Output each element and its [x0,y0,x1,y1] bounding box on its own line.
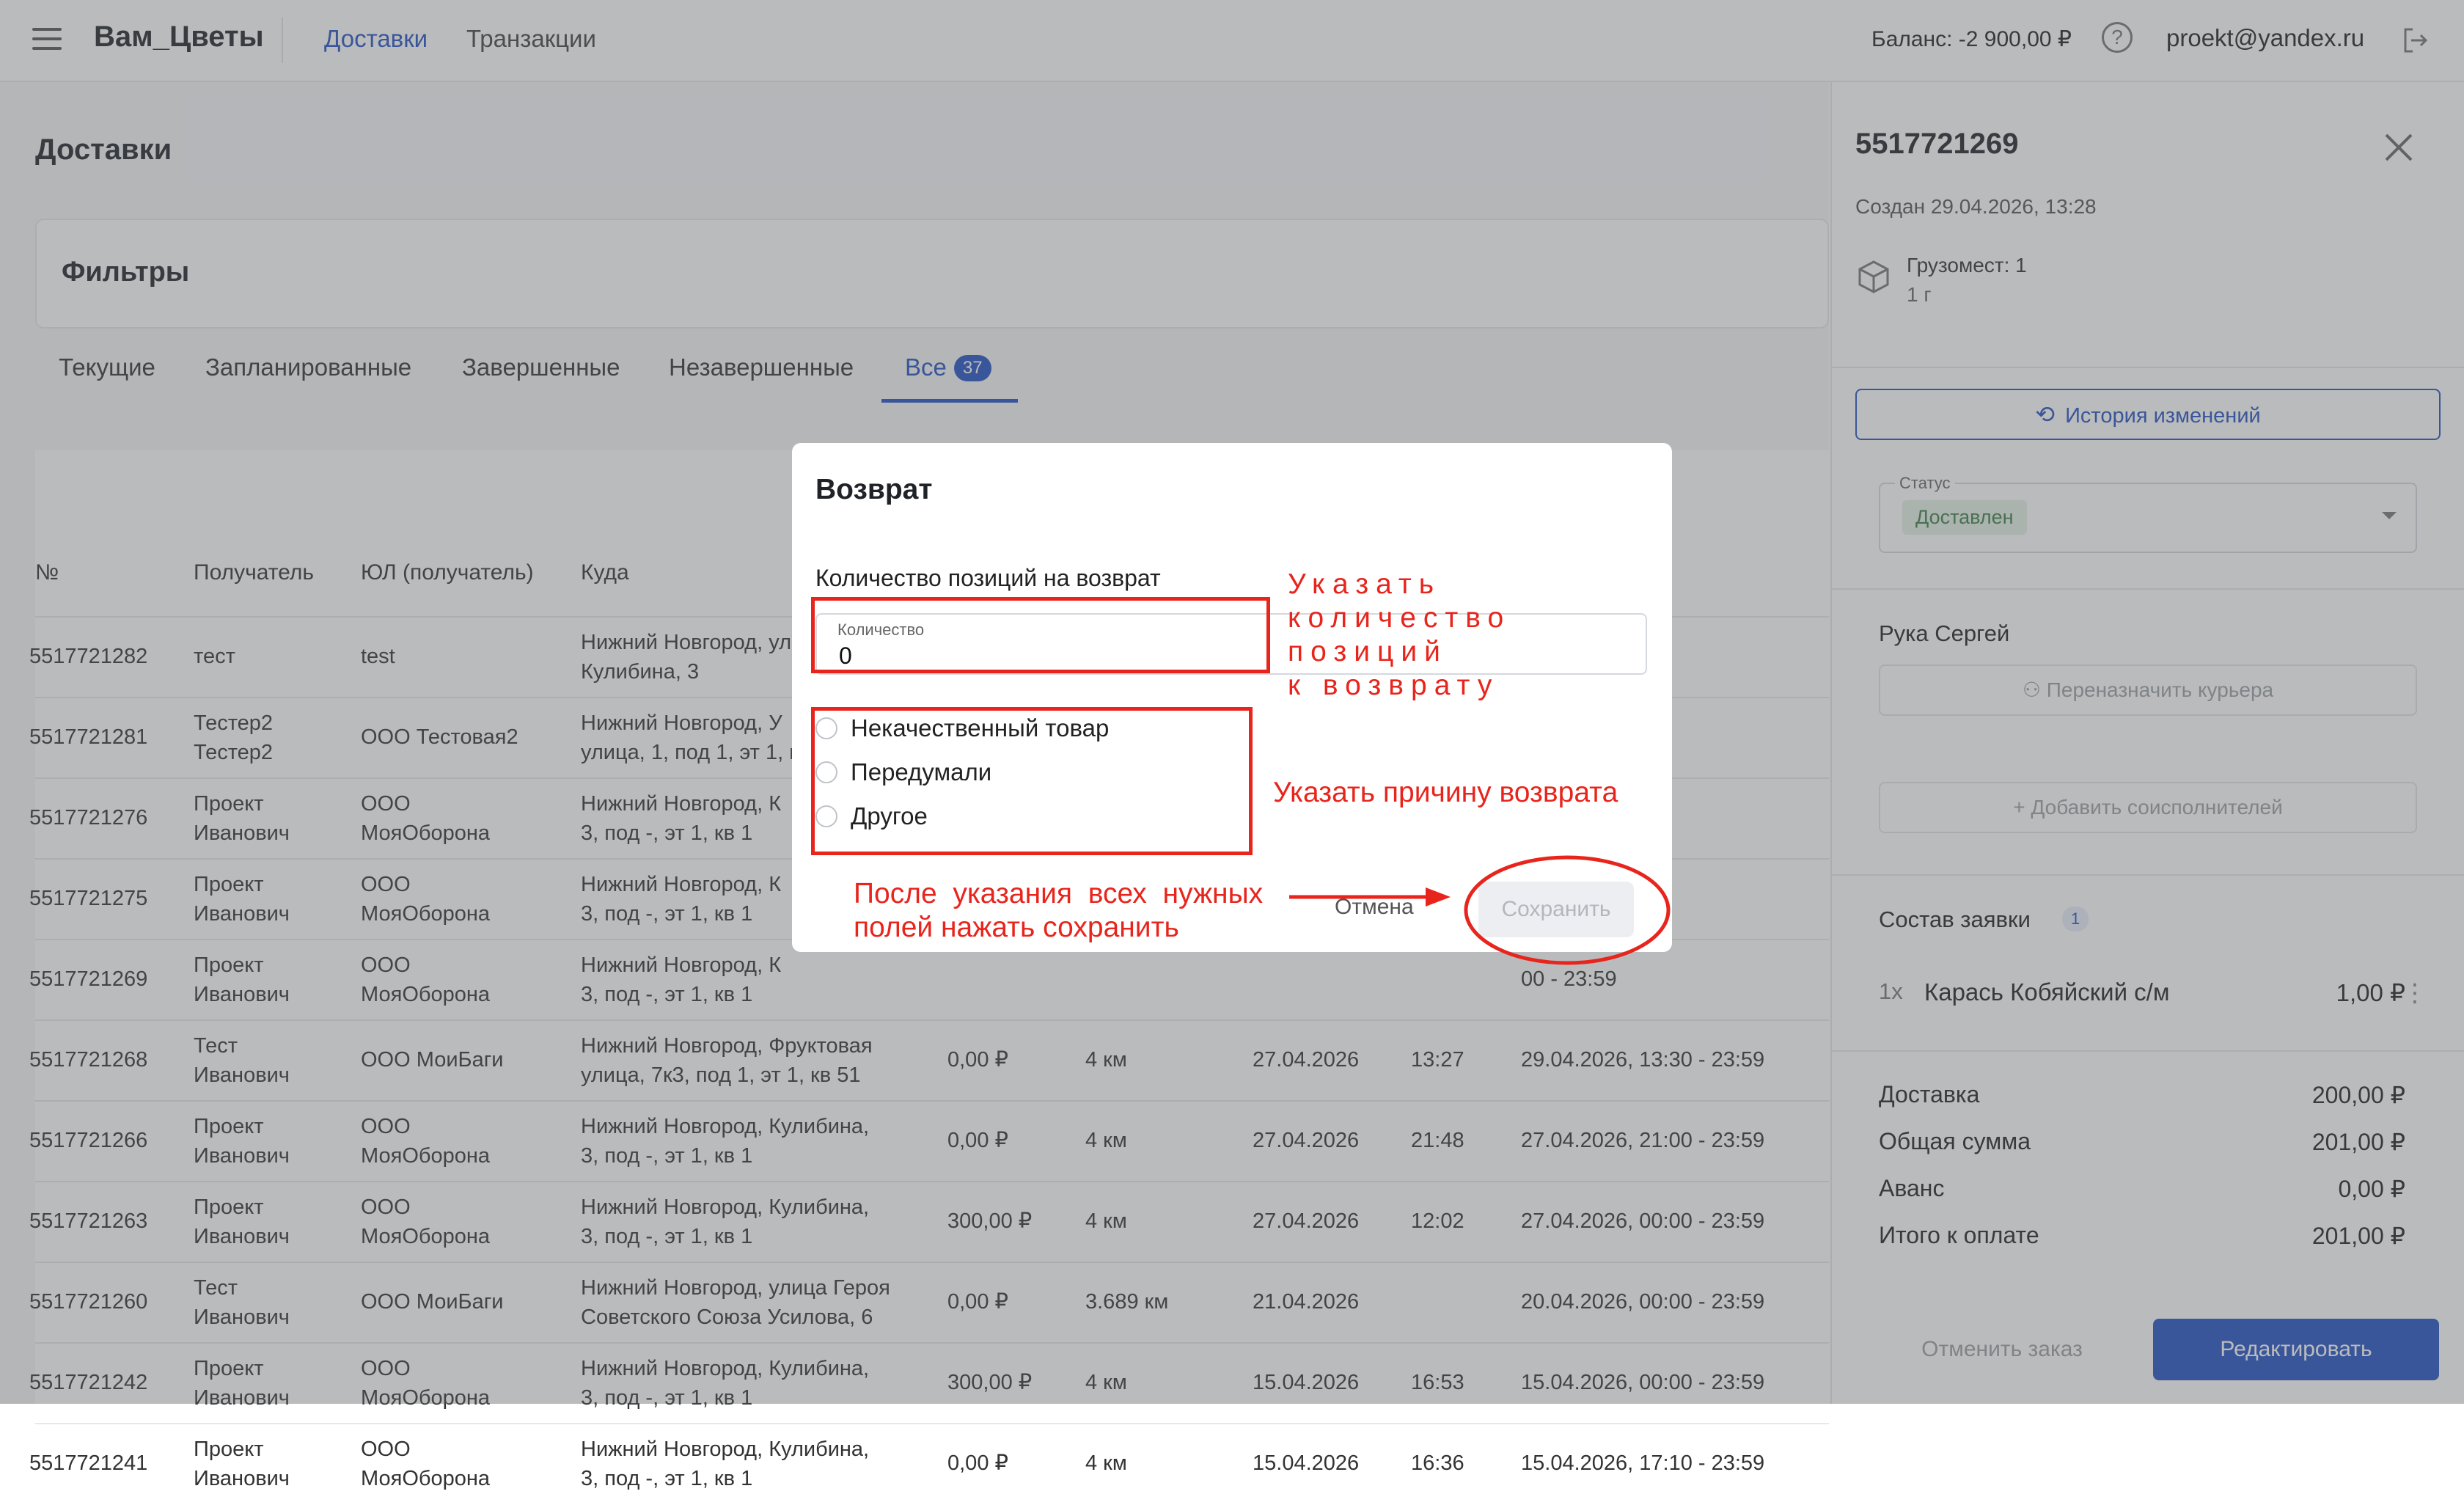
table-cell-cost: 0,00 ₽ [947,1449,1008,1478]
cell-text: Проект [194,1438,264,1461]
annotation-box-reason [811,707,1253,855]
modal-title: Возврат [815,474,933,505]
table-cell-company: ООО МояОборона [361,1435,490,1493]
table-cell-distance: 4 км [1085,1449,1127,1478]
cell-text: 15.04.2026 [1253,1451,1360,1475]
cell-text: МояОборона [361,1467,491,1490]
table-cell-window: 15.04.2026, 17:10 - 23:59 [1521,1449,1764,1478]
cell-text: 16:36 [1411,1451,1464,1475]
cell-text: 5517721241 [29,1451,148,1475]
table-row[interactable]: 5517721241 Проект Иванович ООО МояОборона Ниж… [29,1423,1829,1505]
annotation-note-save: После указания всех нужных полей нажать … [854,878,1264,943]
return-quantity-label: Количество позиций на возврат [815,565,1161,591]
cell-text: 3, под -, эт 1, кв 1 [581,1467,753,1490]
annotation-arrow [1289,887,1451,907]
annotation-box-quantity [811,597,1270,673]
cell-text: Нижний Новгород, Кулибина, [581,1438,870,1461]
table-cell-id: 5517721241 [29,1449,147,1478]
cell-text: 15.04.2026, 17:10 - 23:59 [1521,1451,1765,1475]
cell-text: 4 км [1085,1451,1127,1475]
table-cell-time: 16:36 [1411,1449,1464,1478]
table-cell-address: Нижний Новгород, Кулибина, 3, под -, эт 1… [581,1435,869,1493]
annotation-note-reason: Указать причину возврата [1273,777,1618,808]
annotation-note-quantity: Указать количество позиций к возврату [1288,568,1511,701]
annotation-circle-save [1464,855,1671,965]
cell-text: 0,00 ₽ [947,1451,1008,1475]
cell-text: Иванович [194,1467,290,1490]
table-cell-date: 15.04.2026 [1253,1449,1359,1478]
cell-text: ООО [361,1438,411,1461]
table-cell-recipient: Проект Иванович [194,1435,290,1493]
